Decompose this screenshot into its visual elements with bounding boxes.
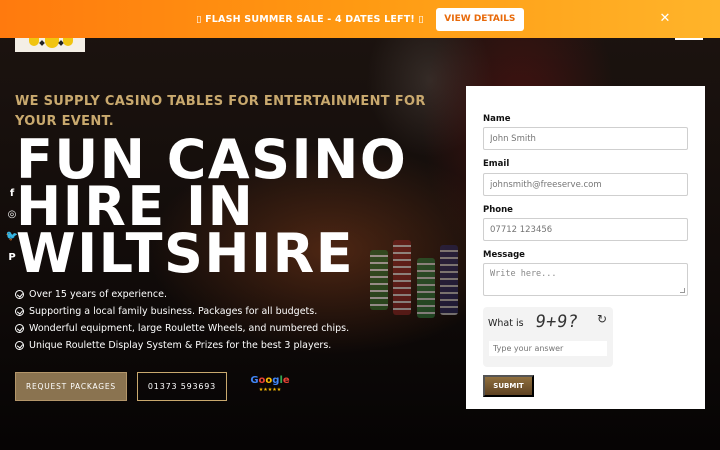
captcha-widget: What is 9+9? ↻	[483, 307, 613, 367]
close-icon[interactable]: ✕	[657, 11, 673, 27]
message-placeholder: Write here...	[490, 269, 557, 279]
promo-text: ▯ FLASH SUMMER SALE - 4 DATES LEFT! ▯	[196, 13, 424, 25]
promo-bar: ▯ FLASH SUMMER SALE - 4 DATES LEFT! ▯ VI…	[0, 0, 720, 38]
submit-button[interactable]: SUBMIT	[483, 375, 534, 397]
feature-text: Wonderful equipment, large Roulette Whee…	[29, 323, 350, 334]
phone-button[interactable]: 01373 593693	[137, 372, 227, 401]
rating-stars-icon: ★★★★★	[258, 387, 282, 393]
captcha-image: 9+9?	[533, 312, 580, 332]
google-logo: Google	[250, 375, 290, 386]
feature-item: Wonderful equipment, large Roulette Whee…	[15, 320, 455, 337]
feature-item: Unique Roulette Display System & Prizes …	[15, 337, 455, 354]
view-details-button[interactable]: VIEW DETAILS	[435, 7, 524, 31]
hero-tagline: WE SUPPLY CASINO TABLES FOR ENTERTAINMEN…	[15, 94, 426, 129]
check-circle-icon	[15, 307, 24, 316]
feature-list: Over 15 years of experience. Supporting …	[15, 286, 455, 354]
site-logo[interactable]	[15, 38, 85, 52]
check-circle-icon	[15, 341, 24, 350]
name-field[interactable]	[483, 127, 688, 150]
feature-text: Unique Roulette Display System & Prizes …	[29, 340, 332, 351]
feature-text: Supporting a local family business. Pack…	[29, 306, 318, 317]
check-circle-icon	[15, 324, 24, 333]
captcha-question: What is	[488, 318, 524, 329]
headline-line: WILTSHIRE	[16, 222, 355, 285]
name-label: Name	[483, 114, 511, 124]
refresh-icon[interactable]: ↻	[595, 312, 609, 326]
resize-handle-icon[interactable]	[680, 288, 685, 293]
message-label: Message	[483, 250, 525, 260]
feature-text: Over 15 years of experience.	[29, 289, 167, 300]
message-field[interactable]: Write here...	[483, 263, 688, 296]
check-circle-icon	[15, 290, 24, 299]
google-reviews-badge[interactable]: Google ★★★★★	[250, 375, 290, 397]
hero-headline: FUN CASINO HIRE IN WILTSHIRE	[16, 133, 456, 281]
phone-field[interactable]	[483, 218, 688, 241]
request-packages-button[interactable]: REQUEST PACKAGES	[15, 372, 127, 401]
feature-item: Supporting a local family business. Pack…	[15, 303, 455, 320]
feature-item: Over 15 years of experience.	[15, 286, 455, 303]
phone-label: Phone	[483, 205, 513, 215]
email-field[interactable]	[483, 173, 688, 196]
hamburger-menu-icon[interactable]	[675, 38, 703, 42]
enquiry-form: Name Email Phone Message Write here... W…	[466, 86, 705, 409]
captcha-answer-input[interactable]	[489, 341, 607, 356]
email-label: Email	[483, 159, 510, 169]
